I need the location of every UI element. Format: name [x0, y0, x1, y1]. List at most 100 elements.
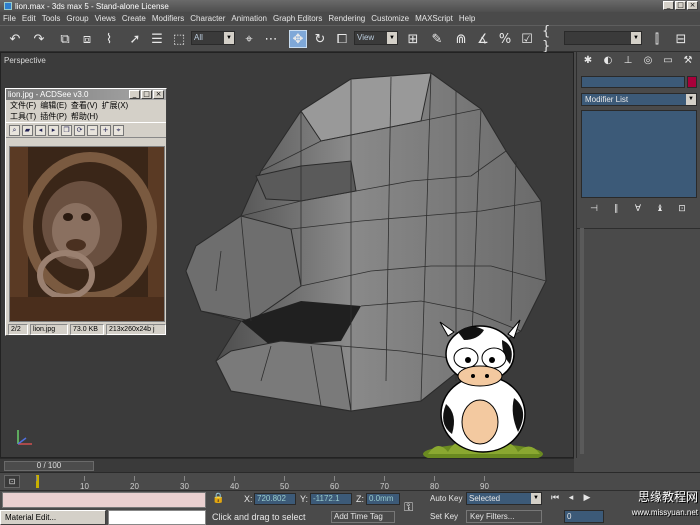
x-coordinate-field[interactable]: 720.802 — [254, 493, 296, 505]
acdsee-menu-view[interactable]: 查看(V) — [71, 100, 98, 111]
y-coordinate-field[interactable]: -1172.1 — [310, 493, 352, 505]
create-tab-icon[interactable]: ✱ — [581, 55, 595, 69]
acdsee-menu-extend[interactable]: 扩展(X) — [102, 100, 129, 111]
browse-icon[interactable]: ⌕ — [9, 125, 20, 136]
auto-key-button[interactable]: Auto Key — [430, 494, 462, 503]
edit-named-selections-icon[interactable]: { } — [542, 24, 560, 54]
zoom-in-icon[interactable]: + — [100, 125, 111, 136]
unlink-icon[interactable]: ⧈ — [78, 30, 96, 48]
set-key-icon[interactable]: ⚿ — [404, 500, 424, 514]
minimize-button[interactable]: _ — [663, 1, 674, 10]
prev-image-icon[interactable]: ◂ — [35, 125, 46, 136]
menu-rendering[interactable]: Rendering — [328, 14, 365, 23]
configure-modifier-sets-icon[interactable]: ⊡ — [675, 204, 689, 216]
select-and-rotate-icon[interactable]: ↻ — [311, 30, 329, 48]
acdsee-menu-help[interactable]: 帮助(H) — [71, 111, 98, 122]
angle-snap-icon[interactable]: ∡ — [474, 30, 492, 48]
show-end-result-icon[interactable]: ∥ — [609, 204, 623, 216]
maxscript-output-field[interactable] — [108, 510, 206, 525]
menu-animation[interactable]: Animation — [231, 14, 267, 23]
display-tab-icon[interactable]: ▭ — [661, 55, 675, 69]
modifier-stack[interactable] — [581, 110, 697, 198]
zoom-fit-icon[interactable]: ⌖ — [113, 125, 124, 136]
add-time-tag-button[interactable]: Add Time Tag — [331, 511, 395, 523]
acdsee-menu-edit[interactable]: 编辑(E) — [40, 100, 67, 111]
motion-tab-icon[interactable]: ◎ — [641, 55, 655, 69]
acdsee-minimize-button[interactable]: _ — [129, 90, 140, 99]
menu-customize[interactable]: Customize — [371, 14, 409, 23]
remove-modifier-icon[interactable]: ♝ — [653, 204, 667, 216]
open-folder-icon[interactable]: ▰ — [22, 125, 33, 136]
time-slider-thumb[interactable]: 0 / 100 — [4, 461, 94, 471]
menu-help[interactable]: Help — [459, 14, 475, 23]
utilities-tab-icon[interactable]: ⚒ — [681, 55, 695, 69]
maximize-button[interactable]: □ — [675, 1, 686, 10]
open-mini-curve-editor-icon[interactable]: ⊡ — [4, 475, 20, 488]
acdsee-maximize-button[interactable]: □ — [141, 90, 152, 99]
go-to-start-icon[interactable]: ⏮ — [548, 493, 562, 505]
command-panel-scrollbar[interactable] — [580, 228, 584, 454]
key-filters-button[interactable]: Key Filters... — [466, 510, 542, 523]
viewport-label[interactable]: Perspective — [4, 56, 46, 65]
spinner-snap-icon[interactable]: ☑ — [518, 30, 536, 48]
track-bar[interactable]: ⊡ 10 20 30 40 50 60 70 80 90 — [0, 472, 700, 491]
modifier-list-dropdown[interactable]: Modifier List ▼ — [581, 93, 697, 106]
next-image-icon[interactable]: ▸ — [48, 125, 59, 136]
select-and-scale-icon[interactable]: ⧠ — [333, 30, 351, 48]
z-coordinate-field[interactable]: 0.0mm — [366, 493, 400, 505]
select-by-name-icon[interactable]: ☰ — [148, 30, 166, 48]
object-name-field[interactable] — [581, 76, 685, 88]
acdsee-menu-tools[interactable]: 工具(T) — [10, 111, 36, 122]
acdsee-close-button[interactable]: × — [153, 90, 164, 99]
menu-views[interactable]: Views — [95, 14, 116, 23]
object-color-swatch[interactable] — [687, 76, 697, 88]
menu-modifiers[interactable]: Modifiers — [152, 14, 184, 23]
refresh-icon[interactable]: ⟳ — [74, 125, 85, 136]
pivot-center-icon[interactable]: ⊞ — [404, 30, 422, 48]
menu-tools[interactable]: Tools — [42, 14, 61, 23]
percent-snap-icon[interactable]: % — [496, 30, 514, 48]
redo-icon[interactable]: ↷ — [30, 30, 48, 48]
acdsee-title-bar[interactable]: lion.jpg - ACDSee v3.0 _ □ × — [6, 89, 166, 100]
select-object-icon[interactable]: ➚ — [126, 30, 144, 48]
set-key-button[interactable]: Set Key — [430, 512, 458, 521]
menu-file[interactable]: File — [3, 14, 16, 23]
material-editor-taskbar-button[interactable]: Material Edit... — [0, 510, 106, 525]
previous-frame-icon[interactable]: ◂ — [564, 493, 578, 505]
key-mode-dropdown[interactable]: Selected ▼ — [466, 492, 542, 505]
reference-coordinate-dropdown[interactable]: View ▼ — [354, 31, 398, 45]
selection-filter-dropdown[interactable]: All ▼ — [191, 31, 235, 45]
menu-edit[interactable]: Edit — [22, 14, 36, 23]
window-crossing-icon[interactable]: ⋯ — [262, 30, 280, 48]
modify-tab-icon[interactable]: ◐ — [601, 55, 615, 69]
menu-graph-editors[interactable]: Graph Editors — [273, 14, 322, 23]
link-icon[interactable]: ⧉ — [56, 30, 74, 48]
play-icon[interactable]: ▶ — [580, 493, 594, 505]
acdsee-menu-file[interactable]: 文件(F) — [10, 100, 36, 111]
manipulate-icon[interactable]: ✎ — [428, 30, 446, 48]
undo-icon[interactable]: ↶ — [6, 30, 24, 48]
acdsee-window[interactable]: lion.jpg - ACDSee v3.0 _ □ × 文件(F) 编辑(E)… — [5, 88, 167, 336]
menu-maxscript[interactable]: MAXScript — [415, 14, 453, 23]
select-and-filter-icon[interactable]: ⌖ — [240, 30, 258, 48]
menu-character[interactable]: Character — [190, 14, 225, 23]
align-icon[interactable]: ⊟ — [672, 30, 690, 48]
named-selection-dropdown[interactable]: ▼ — [564, 31, 642, 45]
selection-lock-icon[interactable]: 🔒 — [212, 493, 224, 505]
menu-create[interactable]: Create — [122, 14, 146, 23]
snap-toggle-icon[interactable]: ⋒ — [452, 30, 470, 48]
hierarchy-tab-icon[interactable]: ⊥ — [621, 55, 635, 69]
select-and-move-icon[interactable]: ✥ — [289, 30, 307, 48]
maxscript-listener-input[interactable] — [2, 492, 206, 508]
region-select-icon[interactable]: ⬚ — [170, 30, 188, 48]
copy-icon[interactable]: ❐ — [61, 125, 72, 136]
pin-stack-icon[interactable]: ⊣ — [587, 204, 601, 216]
menu-group[interactable]: Group — [66, 14, 88, 23]
make-unique-icon[interactable]: ∀ — [631, 204, 645, 216]
acdsee-menu-plugins[interactable]: 插件(P) — [40, 111, 67, 122]
close-button[interactable]: × — [687, 1, 698, 10]
bind-space-warp-icon[interactable]: ⌇ — [100, 30, 118, 48]
time-slider[interactable]: 0 / 100 — [0, 458, 574, 472]
mirror-icon[interactable]: ⫿ — [648, 30, 666, 48]
zoom-out-icon[interactable]: − — [87, 125, 98, 136]
